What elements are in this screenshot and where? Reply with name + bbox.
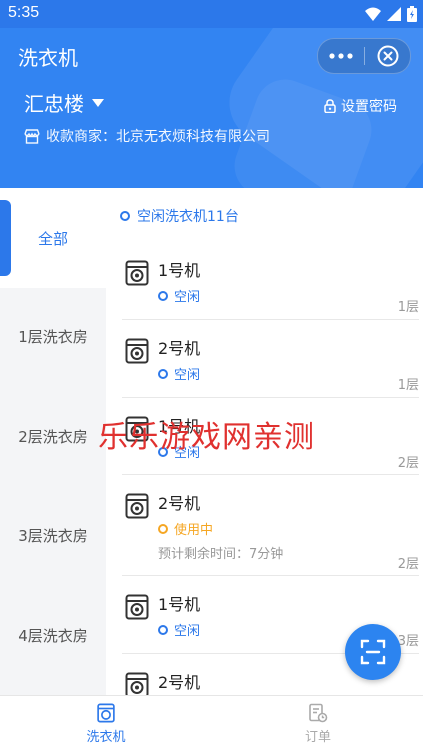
store-icon <box>24 128 40 144</box>
battery-icon <box>407 6 417 22</box>
machine-name: 1号机 <box>158 261 201 280</box>
machine-floor: 1层 <box>397 300 419 315</box>
sidebar-item-floor3[interactable]: 3层洗衣房 <box>0 525 106 546</box>
tab-orders[interactable]: 订单 <box>268 700 368 745</box>
sidebar-item-floor4[interactable]: 4层洗衣房 <box>0 625 106 646</box>
floor-sidebar: 全部 1层洗衣房 2层洗衣房 3层洗衣房 4层洗衣房 <box>0 188 106 695</box>
sidebar-item-label: 全部 <box>37 229 68 248</box>
washing-machine-icon <box>125 260 149 286</box>
more-button[interactable] <box>318 39 364 73</box>
set-password-label: 设置密码 <box>341 99 397 115</box>
building-name: 汇忠楼 <box>24 92 84 116</box>
machine-status: 使用中 <box>158 519 213 538</box>
sidebar-item-label: 4层洗衣房 <box>18 627 88 645</box>
idle-summary: 空闲洗衣机11台 <box>120 206 239 226</box>
machine-floor: 2层 <box>397 557 419 572</box>
machine-floor: 1层 <box>397 378 419 393</box>
machine-status: 空闲 <box>158 286 200 305</box>
idle-summary-text: 空闲洗衣机11台 <box>137 209 239 225</box>
sidebar-item-all[interactable]: 全部 <box>0 188 106 288</box>
scan-button[interactable] <box>345 624 401 680</box>
status-dot-icon <box>120 211 130 221</box>
sidebar-item-floor2[interactable]: 2层洗衣房 <box>0 426 106 447</box>
machine-name: 2号机 <box>158 494 201 513</box>
machine-item[interactable]: 1号机 空闲 1层 <box>122 260 419 320</box>
more-icon <box>329 53 353 59</box>
washing-machine-icon <box>125 416 149 442</box>
machine-status: 空闲 <box>158 620 200 639</box>
tab-washer[interactable]: 洗衣机 <box>56 700 156 745</box>
mini-program-capsule <box>317 38 411 74</box>
machine-name: 2号机 <box>158 673 201 692</box>
sidebar-item-label: 1层洗衣房 <box>18 328 88 346</box>
lock-icon <box>324 99 336 113</box>
machine-name: 1号机 <box>158 595 201 614</box>
machine-status: 空闲 <box>158 364 200 383</box>
washing-machine-icon <box>125 493 149 519</box>
washing-machine-icon <box>125 672 149 695</box>
machine-item[interactable]: 2号机 使用中 预计剩余时间：7分钟 2层 <box>122 493 419 576</box>
sidebar-item-label: 3层洗衣房 <box>18 527 88 545</box>
remaining-time: 预计剩余时间：7分钟 <box>158 547 284 562</box>
active-indicator <box>0 200 11 276</box>
tab-label: 洗衣机 <box>86 730 126 745</box>
close-circle-icon <box>377 45 398 67</box>
building-selector[interactable]: 汇忠楼 <box>24 88 104 117</box>
machine-list: 空闲洗衣机11台 1号机 空闲 1层 2号机 空闲 1层 1号机 空闲 2层 2… <box>106 188 423 695</box>
scan-icon <box>360 639 386 665</box>
washing-machine-icon <box>125 338 149 364</box>
washing-machine-icon <box>125 594 149 620</box>
header: 洗衣机 汇忠楼 设置密码 收款商家：北京无衣烦科技有限公司 <box>0 28 423 188</box>
machine-item[interactable]: 2号机 空闲 1层 <box>122 338 419 398</box>
sidebar-item-floor1[interactable]: 1层洗衣房 <box>0 326 106 347</box>
bottom-tab-bar: 洗衣机 订单 <box>0 695 423 753</box>
order-icon <box>309 703 328 723</box>
tab-label: 订单 <box>304 730 331 745</box>
signal-icon <box>387 7 401 21</box>
page-title: 洗衣机 <box>18 46 78 70</box>
merchant-info: 收款商家：北京无衣烦科技有限公司 <box>24 126 270 146</box>
set-password-button[interactable]: 设置密码 <box>324 96 397 116</box>
status-time: 5:35 <box>8 4 40 21</box>
status-bar: 5:35 <box>0 0 423 28</box>
machine-item[interactable]: 1号机 空闲 2层 <box>122 416 419 475</box>
machine-floor: 3层 <box>397 634 419 649</box>
machine-name: 2号机 <box>158 339 201 358</box>
close-button[interactable] <box>365 39 410 73</box>
wifi-icon <box>365 7 381 21</box>
machine-name: 1号机 <box>158 417 201 436</box>
machine-status: 空闲 <box>158 442 200 461</box>
washing-machine-icon <box>97 703 115 723</box>
sidebar-item-label: 2层洗衣房 <box>18 428 88 446</box>
merchant-text: 收款商家：北京无衣烦科技有限公司 <box>46 129 270 145</box>
caret-down-icon <box>92 98 104 107</box>
machine-floor: 2层 <box>397 456 419 471</box>
